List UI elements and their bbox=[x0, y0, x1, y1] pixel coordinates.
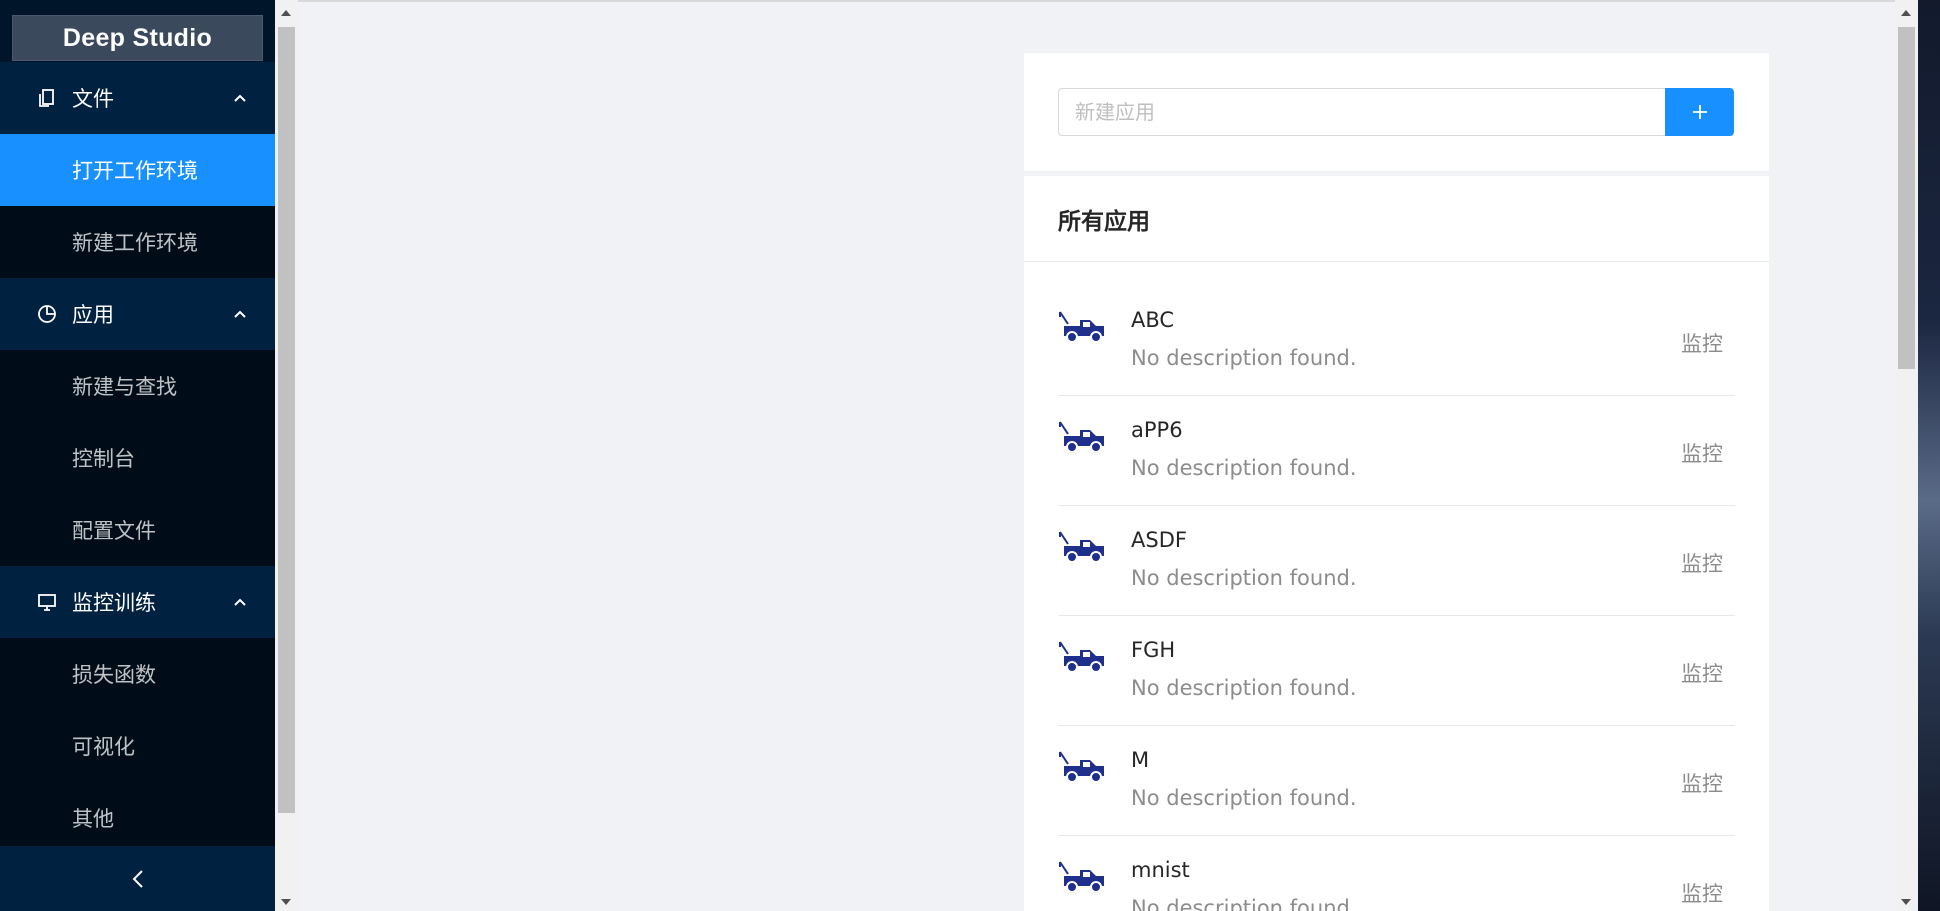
list-item: ABC No description found. 监控 bbox=[1058, 286, 1735, 396]
app-description: No description found. bbox=[1131, 896, 1357, 911]
sidebar-scrollbar[interactable] bbox=[275, 0, 298, 911]
main-content: 所有应用 ABC No description found. 监控 bbox=[298, 0, 1895, 911]
tow-truck-icon bbox=[1059, 751, 1104, 783]
monitor-link[interactable]: 监控 bbox=[1681, 658, 1723, 688]
file-copy-icon bbox=[39, 89, 54, 107]
sidebar-collapse-button[interactable] bbox=[0, 846, 275, 911]
list-item: ASDF No description found. 监控 bbox=[1058, 506, 1735, 616]
menu-group-apps[interactable]: 应用 bbox=[0, 278, 275, 350]
app-name[interactable]: mnist bbox=[1131, 858, 1190, 882]
app-description: No description found. bbox=[1131, 346, 1357, 370]
submenu-apps: 新建与查找 控制台 配置文件 bbox=[0, 350, 275, 566]
menu-item-create-search[interactable]: 新建与查找 bbox=[0, 350, 275, 422]
menu-item-visualization[interactable]: 可视化 bbox=[0, 710, 275, 782]
logo-container: Deep Studio bbox=[0, 0, 275, 62]
app-list: ABC No description found. 监控 aPP6 No des… bbox=[1024, 262, 1769, 911]
scrollbar-thumb[interactable] bbox=[1898, 27, 1915, 369]
chevron-up-icon bbox=[234, 94, 246, 102]
main-scrollbar[interactable] bbox=[1895, 0, 1918, 911]
submenu-monitor-training: 损失函数 可视化 其他 bbox=[0, 638, 275, 854]
app-description: No description found. bbox=[1131, 566, 1357, 590]
desktop-background-strip bbox=[1918, 0, 1940, 911]
list-item: M No description found. 监控 bbox=[1058, 726, 1735, 836]
tow-truck-icon bbox=[1059, 531, 1104, 563]
menu-item-other[interactable]: 其他 bbox=[0, 782, 275, 854]
tow-truck-icon bbox=[1059, 311, 1104, 343]
menu-group-label: 应用 bbox=[72, 303, 114, 327]
list-item: FGH No description found. 监控 bbox=[1058, 616, 1735, 726]
app-list-title: 所有应用 bbox=[1058, 208, 1150, 235]
app-description: No description found. bbox=[1131, 456, 1357, 480]
monitor-link[interactable]: 监控 bbox=[1681, 548, 1723, 578]
app-list-header: 所有应用 bbox=[1024, 176, 1769, 262]
menu-item-open-workspace[interactable]: 打开工作环境 bbox=[0, 134, 275, 206]
scroll-down-arrow-icon[interactable] bbox=[1901, 899, 1911, 905]
scroll-up-arrow-icon[interactable] bbox=[281, 10, 291, 16]
app-name[interactable]: FGH bbox=[1131, 638, 1175, 662]
tow-truck-icon bbox=[1059, 421, 1104, 453]
monitor-link[interactable]: 监控 bbox=[1681, 768, 1723, 798]
menu-group-file[interactable]: 文件 bbox=[0, 62, 275, 134]
app-name[interactable]: ABC bbox=[1131, 308, 1174, 332]
chevron-up-icon bbox=[234, 310, 246, 318]
menu-group-monitor-training[interactable]: 监控训练 bbox=[0, 566, 275, 638]
plus-icon bbox=[1692, 105, 1707, 119]
monitor-link[interactable]: 监控 bbox=[1681, 328, 1723, 358]
app-description: No description found. bbox=[1131, 786, 1357, 810]
tow-truck-icon bbox=[1059, 641, 1104, 673]
monitor-link[interactable]: 监控 bbox=[1681, 438, 1723, 468]
pie-chart-icon bbox=[38, 305, 56, 323]
app-logo[interactable]: Deep Studio bbox=[12, 15, 263, 61]
list-item: mnist No description found. 监控 bbox=[1058, 836, 1735, 911]
menu-item-new-workspace[interactable]: 新建工作环境 bbox=[0, 206, 275, 278]
menu-group-label: 文件 bbox=[72, 87, 114, 111]
menu-item-console[interactable]: 控制台 bbox=[0, 422, 275, 494]
tow-truck-icon bbox=[1059, 861, 1104, 893]
chevron-up-icon bbox=[234, 598, 246, 606]
scroll-up-arrow-icon[interactable] bbox=[1901, 10, 1911, 16]
app-description: No description found. bbox=[1131, 676, 1357, 700]
menu-group-label: 监控训练 bbox=[72, 591, 156, 615]
new-app-input[interactable] bbox=[1058, 88, 1665, 136]
list-item: aPP6 No description found. 监控 bbox=[1058, 396, 1735, 506]
app-list-card: 所有应用 ABC No description found. 监控 aPP6 N… bbox=[1024, 176, 1769, 911]
add-app-button[interactable] bbox=[1665, 88, 1734, 136]
scrollbar-thumb[interactable] bbox=[278, 27, 295, 813]
create-app-form bbox=[1058, 88, 1734, 136]
submenu-file: 打开工作环境 新建工作环境 bbox=[0, 134, 275, 278]
menu-item-loss-function[interactable]: 损失函数 bbox=[0, 638, 275, 710]
app-name[interactable]: M bbox=[1131, 748, 1149, 772]
create-app-card bbox=[1024, 53, 1769, 171]
app-name[interactable]: ASDF bbox=[1131, 528, 1187, 552]
scroll-down-arrow-icon[interactable] bbox=[281, 899, 291, 905]
menu-item-config-files[interactable]: 配置文件 bbox=[0, 494, 275, 566]
sidebar: Deep Studio 文件 打开工作环境 新建工作环境 应用 新建与查找 控制… bbox=[0, 0, 275, 911]
desktop-icon bbox=[38, 594, 56, 611]
monitor-link[interactable]: 监控 bbox=[1681, 878, 1723, 908]
app-name[interactable]: aPP6 bbox=[1131, 418, 1183, 442]
chevron-left-icon bbox=[132, 869, 143, 888]
